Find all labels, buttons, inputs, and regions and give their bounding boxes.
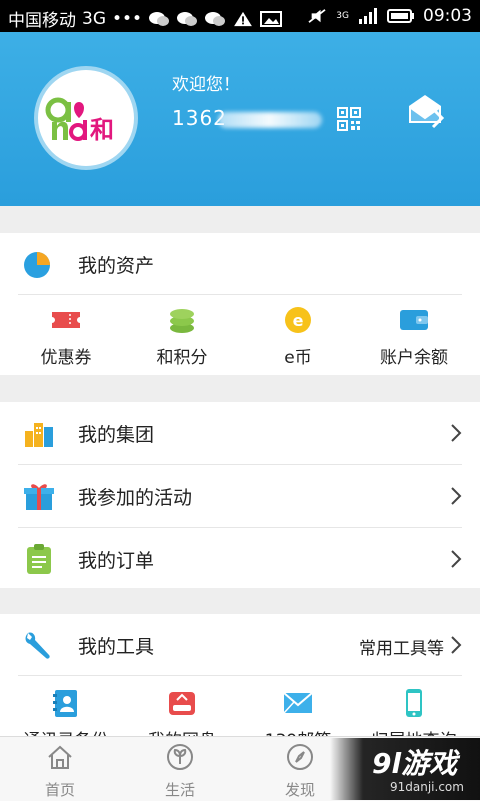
- watermark-logo-text: 9l游戏: [372, 747, 458, 780]
- tools-title: 我的工具: [78, 636, 155, 658]
- chevron-right-icon: [451, 636, 462, 654]
- welcome-text: 欢迎您！: [172, 75, 240, 95]
- cloud-disk-button[interactable]: 我的网盘: [122, 680, 242, 736]
- wechat-notification-icon: [149, 11, 170, 26]
- tab-home[interactable]: 首页: [10, 737, 110, 801]
- number-lookup-button[interactable]: 归属地查询: [354, 680, 474, 736]
- profile-chevron-right-icon[interactable]: [430, 106, 446, 130]
- tools-row[interactable]: 我的工具 常用工具等: [0, 614, 480, 676]
- clock: 09:03: [423, 6, 472, 26]
- tools-card: 我的工具 常用工具等 通讯录备份 我的网盘 139邮箱: [0, 614, 480, 736]
- phone-icon: [406, 689, 422, 717]
- menu-item-label: 我参加的活动: [78, 487, 193, 509]
- warning-icon: [234, 11, 252, 26]
- ecoin-icon: e: [285, 307, 311, 333]
- coupon-button[interactable]: 优惠券: [6, 297, 126, 375]
- compass-icon: [287, 744, 313, 770]
- assets-title: 我的资产: [78, 255, 155, 277]
- mail-139-button[interactable]: 139邮箱: [238, 680, 358, 736]
- wechat-notification-icon: [177, 11, 198, 26]
- contacts-backup-label: 通讯录备份: [6, 726, 126, 736]
- points-icon: [170, 309, 194, 333]
- chevron-right-icon: [451, 550, 462, 568]
- tab-label: 首页: [44, 781, 75, 799]
- qr-code-icon[interactable]: [337, 107, 361, 131]
- signal-icon: [359, 8, 377, 24]
- svg-text:e: e: [293, 311, 304, 330]
- wrench-icon: [25, 632, 50, 659]
- contacts-backup-button[interactable]: 通讯录备份: [6, 680, 126, 736]
- carrier-label: 中国移动: [8, 11, 76, 31]
- cloud-disk-label: 我的网盘: [122, 726, 242, 736]
- coupon-icon: [52, 312, 80, 328]
- wallet-icon: [400, 310, 428, 330]
- status-bar: 中国移动 3G ••• 3G 09:03: [0, 0, 480, 32]
- battery-icon: [387, 9, 414, 23]
- divider: [18, 294, 462, 295]
- network-label: 3G: [82, 8, 106, 29]
- wechat-notification-icon: [205, 11, 226, 26]
- life-icon: [167, 744, 193, 770]
- assets-row[interactable]: 我的资产: [0, 233, 480, 295]
- masked-number: [218, 112, 322, 128]
- mute-icon: [308, 9, 326, 23]
- balance-label: 账户余额: [380, 348, 448, 368]
- number-lookup-label: 归属地查询: [354, 726, 474, 736]
- assets-card: 我的资产 优惠券 和积分 e e币 账户余额: [0, 233, 480, 375]
- menu-item-group[interactable]: 我的集团: [0, 402, 480, 464]
- watermark-url: 91danji.com: [390, 780, 464, 794]
- menu-item-activity[interactable]: 我参加的活动: [0, 465, 480, 527]
- chevron-right-icon: [451, 424, 462, 442]
- menu-item-orders[interactable]: 我的订单: [0, 528, 480, 590]
- signal-network-label: 3G: [336, 10, 349, 21]
- image-notification-icon: [260, 10, 283, 27]
- and-he-logo: 和: [45, 97, 114, 144]
- mail-icon: [283, 692, 313, 714]
- contacts-icon: [53, 690, 77, 717]
- notification-dots: •••: [112, 8, 143, 29]
- tab-label: 生活: [164, 781, 195, 799]
- menu-item-label: 我的订单: [78, 550, 155, 572]
- ecoin-label: e币: [284, 348, 312, 368]
- coupon-label: 优惠券: [40, 348, 92, 368]
- points-button[interactable]: 和积分: [122, 297, 242, 375]
- points-label: 和积分: [156, 348, 208, 368]
- mail-139-label: 139邮箱: [238, 726, 358, 736]
- chevron-right-icon: [451, 487, 462, 505]
- building-icon: [25, 423, 53, 447]
- site-watermark: 9l游戏 91danji.com: [330, 738, 480, 800]
- ecoin-button[interactable]: e e币: [238, 297, 358, 375]
- divider: [18, 675, 462, 676]
- pie-chart-icon: [24, 252, 50, 278]
- disk-icon: [169, 692, 195, 715]
- menu-card: 我的集团 我参加的活动 我的订单: [0, 402, 480, 588]
- avatar[interactable]: 和: [34, 66, 138, 170]
- home-icon: [48, 745, 72, 769]
- gift-icon: [24, 484, 54, 510]
- balance-button[interactable]: 账户余额: [354, 297, 474, 375]
- tools-subtitle: 常用工具等: [359, 639, 444, 659]
- menu-item-label: 我的集团: [78, 424, 155, 446]
- svg-text:和: 和: [90, 116, 114, 144]
- clipboard-icon: [27, 544, 51, 574]
- tab-life[interactable]: 生活: [130, 737, 230, 801]
